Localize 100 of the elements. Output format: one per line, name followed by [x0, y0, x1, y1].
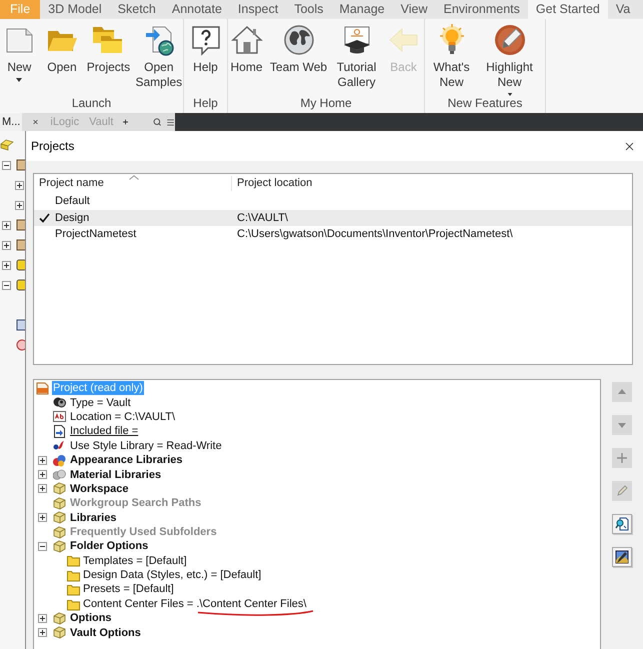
folder-icon — [16, 259, 25, 271]
browser-tab[interactable]: M... — [0, 113, 22, 131]
project-row[interactable]: Design C:\VAULT\ — [34, 210, 632, 226]
tree-item[interactable]: Use Style Library = Read-Write — [69, 438, 223, 453]
column-header[interactable]: Project name — [34, 176, 232, 191]
tree-item[interactable]: Folder Options — [69, 539, 150, 554]
help-icon — [190, 24, 222, 56]
expand-icon[interactable] — [2, 240, 11, 250]
tree-item[interactable]: Templates = [Default] — [82, 554, 188, 567]
ribbon-button[interactable]: New — [0, 24, 39, 96]
tree-item[interactable]: Design Data (Styles, etc.) = [Default] — [82, 569, 262, 582]
project-name: ProjectNametest — [55, 227, 136, 242]
ribbon-group-label: Help — [192, 96, 219, 111]
dialog-title: Projects — [31, 138, 74, 155]
expand-icon[interactable] — [38, 614, 47, 623]
tree-item[interactable]: Type = Vault — [69, 396, 132, 410]
folders-icon — [92, 24, 124, 56]
project-row[interactable]: Default — [34, 193, 632, 210]
expand-icon[interactable] — [38, 456, 47, 465]
tree-item[interactable]: Libraries — [69, 510, 118, 525]
ribbon-tab[interactable]: Environments — [435, 0, 528, 19]
project-location: C:\Users\gwatson\Documents\Inventor\ProjectNametest\ — [236, 227, 513, 242]
tree-item[interactable]: Options — [69, 611, 113, 626]
project-name: Default — [55, 194, 90, 209]
column-header[interactable]: Project location — [232, 176, 312, 191]
open-box-icon — [53, 612, 66, 625]
open-box-icon — [53, 626, 66, 640]
open-box-icon — [53, 482, 66, 496]
expand-icon[interactable] — [38, 470, 47, 480]
ribbon-button[interactable]: Projects — [85, 24, 132, 96]
globe-icon — [282, 24, 314, 56]
ribbon-tab[interactable]: Annotate — [164, 0, 230, 19]
ribbon-tab[interactable]: View — [392, 0, 436, 19]
tree-item[interactable]: Material Libraries — [69, 468, 162, 482]
ribbon-button[interactable]: Tutorial Gallery — [332, 24, 380, 96]
edit-image-icon — [615, 550, 629, 564]
open-box-icon — [53, 496, 66, 510]
ribbon-tab[interactable]: Tools — [286, 0, 332, 19]
ribbon-tab[interactable]: Inspect — [230, 0, 286, 19]
side-button[interactable] — [612, 547, 632, 567]
open-box-icon — [53, 511, 66, 524]
add-tab-icon[interactable] — [122, 117, 130, 127]
expand-icon[interactable] — [2, 260, 11, 270]
project-name: Design — [55, 210, 90, 226]
folder-icon — [67, 554, 80, 568]
folder-icon — [67, 568, 80, 582]
ribbon-button[interactable]: Home — [228, 24, 264, 96]
side-button[interactable] — [612, 514, 632, 534]
ribbon-tab[interactable]: Va — [608, 0, 638, 19]
style-library-icon — [53, 439, 66, 452]
ribbon-button[interactable]: Highlight New — [478, 24, 542, 96]
tree-item[interactable]: Content Center Files = .\Content Center Files\ — [82, 598, 308, 610]
tree-item[interactable]: Vault Options — [69, 626, 142, 640]
expand-icon[interactable] — [38, 628, 47, 638]
collapse-icon[interactable] — [38, 542, 47, 551]
tree-item[interactable]: Presets = [Default] — [82, 583, 175, 596]
text-field-icon — [53, 410, 66, 424]
spheres-icon — [53, 468, 66, 482]
vault-user-icon — [53, 396, 66, 410]
spheres-icon — [53, 454, 66, 467]
ribbon-tab[interactable]: Sketch — [110, 0, 164, 19]
open-box-icon — [53, 540, 66, 553]
ribbon-tab[interactable]: Get Started — [528, 0, 608, 19]
highlighter-icon — [494, 24, 526, 56]
tree-item[interactable]: Workspace — [69, 482, 130, 496]
ribbon-button[interactable]: Open Samples — [134, 24, 183, 96]
ribbon-button[interactable]: What's New — [428, 24, 474, 96]
add-icon — [616, 452, 628, 464]
expand-icon[interactable] — [15, 180, 24, 190]
ribbon-tab[interactable]: Manage — [331, 0, 393, 19]
project-location: C:\VAULT\ — [236, 210, 288, 226]
tree-item[interactable]: Included file = — [69, 424, 140, 438]
part-block-icon — [0, 139, 14, 151]
magnifier-document-icon — [615, 517, 629, 531]
project-row[interactable]: ProjectNametest C:\Users\gwatson\Documents\Inventor\ProjectNametest\ — [34, 226, 632, 242]
ribbon-tab[interactable]: 3D Model — [40, 0, 110, 19]
expand-icon[interactable] — [15, 200, 24, 210]
expand-icon[interactable] — [38, 513, 47, 522]
pencil-icon — [616, 485, 628, 497]
open-box-icon — [53, 526, 66, 539]
expand-icon[interactable] — [38, 484, 47, 494]
linked-document-icon — [53, 424, 66, 438]
ribbon-group-label: New Features — [446, 96, 524, 111]
ribbon-button[interactable]: Team Web — [268, 24, 330, 96]
close-icon[interactable] — [32, 117, 40, 127]
search-icon[interactable] — [153, 116, 162, 128]
expand-icon[interactable] — [2, 220, 11, 230]
folder-icon — [67, 598, 80, 611]
collapse-icon[interactable] — [2, 160, 11, 170]
tree-item[interactable]: Location = C:\VAULT\ — [69, 410, 176, 424]
tree-item[interactable]: Appearance Libraries — [69, 453, 184, 468]
ribbon-group-label: Launch — [70, 96, 112, 111]
collapse-icon[interactable] — [2, 280, 11, 290]
ribbon-button[interactable]: Open — [42, 24, 82, 96]
ribbon-group-label: My Home — [299, 96, 353, 111]
ribbon-button[interactable]: Help — [184, 24, 226, 96]
project-file-icon — [36, 382, 49, 395]
marker-icon — [16, 339, 25, 351]
folder-icon — [67, 583, 80, 596]
folder-icon — [16, 279, 25, 291]
